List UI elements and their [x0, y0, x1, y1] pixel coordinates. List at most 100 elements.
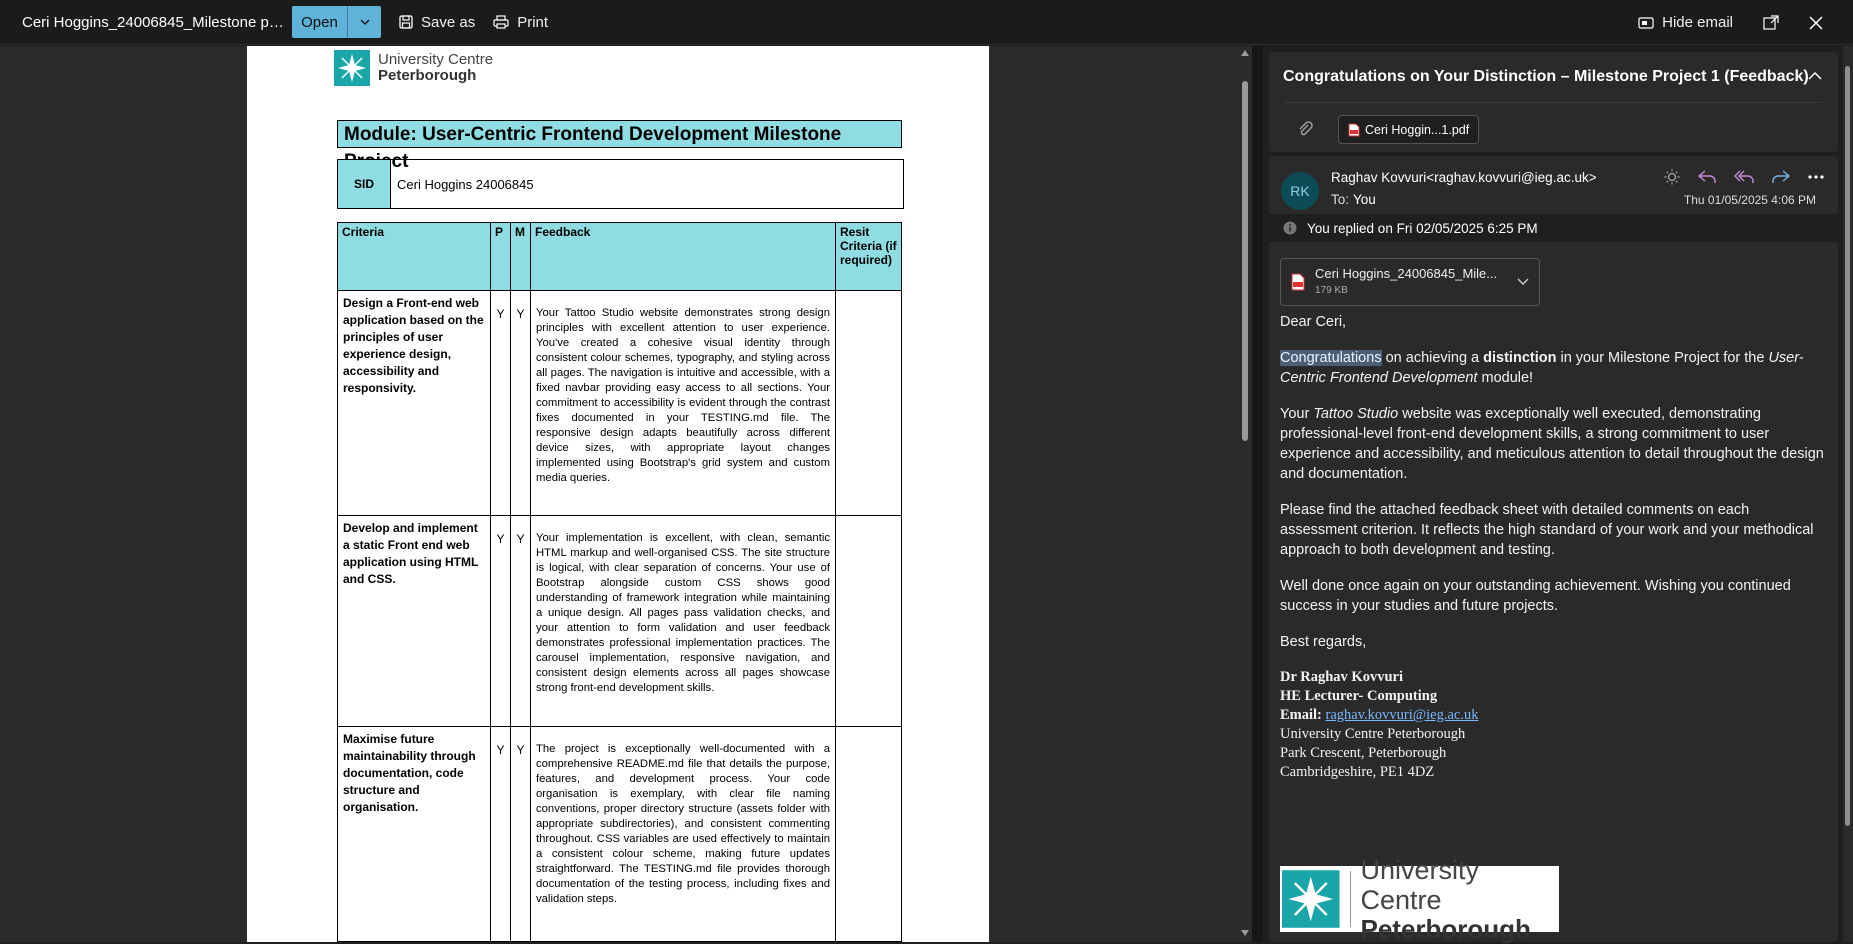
- attachment-name: Ceri Hoggins_24006845_Mile...: [1315, 266, 1498, 281]
- email-scrollbar[interactable]: [1843, 46, 1853, 942]
- hide-email-button[interactable]: Hide email: [1638, 14, 1733, 31]
- highlighted-word: Congratulations: [1280, 350, 1382, 366]
- replied-notice: You replied on Fri 02/05/2025 6:25 PM: [1269, 214, 1838, 242]
- brightness-icon[interactable]: [1664, 169, 1680, 185]
- collapse-chevron-icon[interactable]: [1808, 72, 1822, 80]
- document-scrollbar[interactable]: [1238, 46, 1252, 942]
- criteria-cell: Design a Front-end web application based…: [337, 290, 491, 516]
- message-actions: [1664, 169, 1824, 185]
- popout-button[interactable]: [1763, 15, 1779, 30]
- logo-divider: [1349, 871, 1351, 927]
- email-scroll-thumb[interactable]: [1845, 66, 1850, 826]
- hide-email-label: Hide email: [1662, 14, 1733, 31]
- feedback-cell: The project is exceptionally well-docume…: [530, 726, 836, 942]
- p-cell: Y: [490, 726, 511, 942]
- print-label: Print: [517, 13, 549, 31]
- resit-cell: [835, 515, 902, 727]
- p1-text-b: in your Milestone Project for the: [1556, 350, 1769, 366]
- sid-value: Ceri Hoggins 24006845: [397, 176, 534, 192]
- sender[interactable]: Raghav Kovvuri<raghav.kovvuri@ieg.ac.uk>: [1331, 170, 1597, 185]
- paragraph-3: Please find the attached feedback sheet …: [1280, 502, 1814, 558]
- pdf-file-icon: [1348, 123, 1360, 136]
- paragraph-4: Well done once again on your outstanding…: [1280, 578, 1791, 614]
- col-m: M: [510, 222, 531, 291]
- open-button[interactable]: Open: [292, 6, 347, 38]
- scroll-up-icon[interactable]: [1241, 50, 1249, 56]
- ucp-logo: University Centre Peterborough: [334, 50, 493, 86]
- ucp-logo-mark-icon: [1282, 870, 1340, 928]
- open-button-group: Open: [292, 6, 381, 38]
- reply-icon[interactable]: [1698, 170, 1716, 184]
- attachment-chip-label: Ceri Hoggin...1.pdf: [1365, 122, 1470, 137]
- sig-logo-line1: University Centre: [1360, 855, 1480, 915]
- module-title: Module: User-Centric Frontend Developmen…: [337, 120, 902, 172]
- paperclip-icon: [1299, 121, 1313, 136]
- save-as-button[interactable]: Save as: [399, 14, 475, 31]
- top-toolbar: Ceri Hoggins_24006845_Milestone proje...…: [0, 0, 1853, 45]
- sig-name: Dr Raghav Kovvuri: [1280, 669, 1403, 685]
- sig-email-label: Email:: [1280, 707, 1322, 723]
- message-card: RK Raghav Kovvuri<raghav.kovvuri@ieg.ac.…: [1269, 156, 1838, 943]
- popout-icon: [1763, 15, 1779, 30]
- scroll-down-icon[interactable]: [1241, 930, 1249, 936]
- attachment-chip[interactable]: Ceri Hoggin...1.pdf: [1338, 115, 1480, 144]
- reply-all-icon[interactable]: [1734, 170, 1754, 184]
- p1-bold: distinction: [1483, 350, 1557, 366]
- sig-logo-line2: Peterborough: [1360, 914, 1531, 944]
- to-value[interactable]: You: [1353, 192, 1376, 207]
- more-options-icon[interactable]: [1808, 175, 1824, 179]
- sid-label: SID: [338, 160, 391, 208]
- table-row: Design a Front-end web application based…: [337, 290, 902, 516]
- p1-text-a: on achieving a: [1381, 350, 1484, 366]
- sent-date: Thu 01/05/2025 4:06 PM: [1683, 193, 1816, 207]
- logo-line2: Peterborough: [378, 67, 477, 84]
- p-cell: Y: [490, 290, 511, 516]
- table-row: Maximise future maintainability through …: [337, 726, 902, 942]
- col-criteria: Criteria: [337, 222, 491, 291]
- print-icon: [493, 15, 509, 29]
- chevron-down-icon: [360, 19, 369, 25]
- hide-panel-icon: [1638, 16, 1654, 29]
- email-body: Dear Ceri, Congratulations on achieving …: [1280, 312, 1830, 782]
- attachment-card[interactable]: Ceri Hoggins_24006845_Mile... 179 KB: [1280, 258, 1540, 306]
- subject-card: Congratulations on Your Distinction – Mi…: [1269, 52, 1838, 152]
- save-icon: [399, 15, 413, 29]
- close-icon: [1809, 15, 1823, 30]
- criteria-cell: Develop and implement a static Front end…: [337, 515, 491, 727]
- greeting: Dear Ceri,: [1280, 314, 1347, 330]
- ucp-logo-mark-icon: [334, 50, 370, 86]
- sig-address-3: Cambridgeshire, PE1 4DZ: [1280, 764, 1435, 780]
- pane-divider[interactable]: [1252, 46, 1263, 942]
- sig-email-line: Email: raghav.kovvuri@ieg.ac.uk: [1280, 706, 1830, 725]
- paragraph-1: Congratulations on achieving a distincti…: [1280, 348, 1830, 388]
- topbar-right-actions: Hide email: [1638, 0, 1853, 45]
- print-button[interactable]: Print: [493, 14, 548, 31]
- open-options-button[interactable]: [347, 6, 381, 38]
- p2-italic: Tattoo Studio: [1313, 406, 1399, 422]
- sid-box: SID Ceri Hoggins 24006845: [337, 159, 904, 209]
- sig-email-link[interactable]: raghav.kovvuri@ieg.ac.uk: [1326, 707, 1479, 723]
- criteria-cell: Maximise future maintainability through …: [337, 726, 491, 942]
- sig-address-1: University Centre Peterborough: [1280, 726, 1466, 742]
- forward-icon[interactable]: [1772, 170, 1790, 184]
- document-scroll-thumb[interactable]: [1242, 81, 1248, 441]
- p1-text-c: module!: [1477, 370, 1534, 386]
- document-preview-pane: University Centre Peterborough Module: U…: [0, 46, 1252, 942]
- avatar[interactable]: RK: [1281, 172, 1319, 210]
- signature-logo: University Centre Peterborough: [1280, 855, 1559, 943]
- info-icon: [1283, 221, 1297, 235]
- col-p: P: [490, 222, 511, 291]
- paragraph-2: Your Tattoo Studio website was exception…: [1280, 404, 1830, 484]
- signature-logo-text: University Centre Peterborough: [1360, 855, 1559, 943]
- replied-text: You replied on Fri 02/05/2025 6:25 PM: [1307, 220, 1538, 236]
- sig-address-2: Park Crescent, Peterborough: [1280, 745, 1447, 761]
- pdf-file-icon: [1291, 273, 1305, 291]
- chevron-down-icon[interactable]: [1517, 278, 1529, 286]
- ucp-logo-text: University Centre Peterborough: [378, 52, 493, 84]
- subject-separator: [1283, 102, 1823, 103]
- criteria-table: Criteria P M Feedback Resit Criteria (if…: [337, 222, 902, 942]
- table-row: Develop and implement a static Front end…: [337, 515, 902, 727]
- email-subject: Congratulations on Your Distinction – Mi…: [1283, 68, 1809, 85]
- save-as-label: Save as: [421, 13, 476, 31]
- close-button[interactable]: [1809, 15, 1823, 30]
